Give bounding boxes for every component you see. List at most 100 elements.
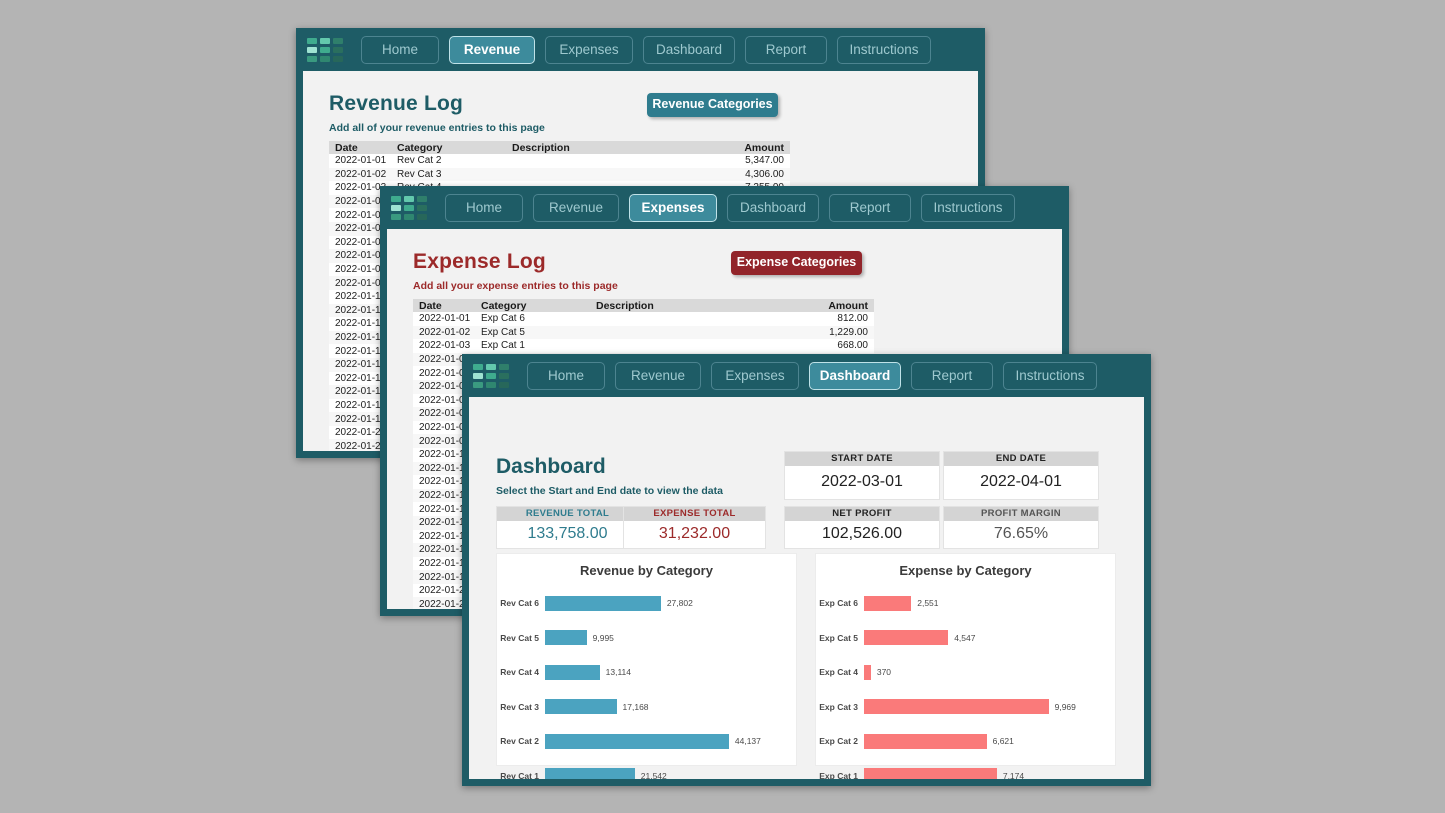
kpi-label: EXPENSE TOTAL bbox=[624, 507, 765, 521]
expense-page-subtitle: Add all your expense entries to this pag… bbox=[413, 280, 618, 292]
table-row[interactable]: 2022-01-01Rev Cat 2 5,347.00 bbox=[329, 154, 790, 168]
date-filter-start[interactable]: START DATE2022-03-01 bbox=[785, 452, 939, 499]
expense-categories-button[interactable]: Expense Categories bbox=[731, 251, 862, 275]
date-filter-value[interactable]: 2022-04-01 bbox=[944, 466, 1098, 498]
revenue-page-subtitle: Add all of your revenue entries to this … bbox=[329, 122, 545, 134]
bar-value-label: 9,995 bbox=[593, 633, 614, 643]
bar-value-label: 370 bbox=[877, 667, 891, 677]
bar-row: Exp Cat 26,621 bbox=[816, 733, 1115, 749]
app-logo-grid-icon bbox=[473, 364, 509, 388]
bar-category-label: Exp Cat 4 bbox=[816, 667, 864, 677]
bar-row: Rev Cat 413,114 bbox=[497, 664, 796, 680]
revenue-nav-tabs[interactable]: Home Revenue Expenses Dashboard Report Instru… bbox=[361, 36, 931, 64]
cell-date[interactable]: 2022-01-01 bbox=[413, 313, 481, 324]
tab-home[interactable]: Home bbox=[445, 194, 523, 222]
tab-expenses[interactable]: Expenses bbox=[629, 194, 717, 222]
bar-value-label: 21,542 bbox=[641, 771, 667, 780]
tab-expenses[interactable]: Expenses bbox=[711, 362, 799, 390]
bar bbox=[864, 665, 871, 680]
bar bbox=[864, 699, 1049, 714]
tab-revenue[interactable]: Revenue bbox=[449, 36, 535, 64]
column-header-amount: Amount bbox=[778, 300, 874, 312]
expense-page-title: Expense Log bbox=[413, 250, 618, 274]
tab-dashboard[interactable]: Dashboard bbox=[643, 36, 735, 64]
bar-value-label: 7,174 bbox=[1003, 771, 1024, 780]
bar-row: Exp Cat 1 7,174 bbox=[816, 768, 1115, 780]
date-filter-end[interactable]: END DATE2022-04-01 bbox=[944, 452, 1098, 499]
expense-bar-chart: Exp Cat 62,551Exp Cat 54,547Exp Cat 4370… bbox=[816, 587, 1115, 759]
bar-row: Exp Cat 4 370 bbox=[816, 664, 1115, 680]
bar-value-label: 6,621 bbox=[993, 736, 1014, 746]
bar-value-label: 27,802 bbox=[667, 598, 693, 608]
tab-home[interactable]: Home bbox=[527, 362, 605, 390]
revenue-chart-title: Revenue by Category bbox=[497, 554, 796, 578]
cell-amount[interactable]: 1,229.00 bbox=[778, 327, 874, 338]
table-row[interactable]: 2022-01-03Exp Cat 1 668.00 bbox=[413, 339, 874, 353]
cell-date[interactable]: 2022-01-02 bbox=[413, 327, 481, 338]
dashboard-window-body: Dashboard Select the Start and End date … bbox=[469, 397, 1144, 779]
table-row[interactable]: 2022-01-02Exp Cat 5 1,229.00 bbox=[413, 326, 874, 340]
bar-category-label: Rev Cat 3 bbox=[497, 702, 545, 712]
bar-category-label: Exp Cat 5 bbox=[816, 633, 864, 643]
tab-revenue[interactable]: Revenue bbox=[615, 362, 701, 390]
bar-category-label: Rev Cat 4 bbox=[497, 667, 545, 677]
tab-instructions[interactable]: Instructions bbox=[1003, 362, 1097, 390]
tab-expenses[interactable]: Expenses bbox=[545, 36, 633, 64]
tab-instructions[interactable]: Instructions bbox=[921, 194, 1015, 222]
cell-category[interactable]: Exp Cat 5 bbox=[481, 327, 596, 338]
bar-category-label: Rev Cat 2 bbox=[497, 736, 545, 746]
cell-amount[interactable]: 4,306.00 bbox=[694, 169, 790, 180]
expense-by-category-card: Expense by Category Exp Cat 62,551 Exp Ca… bbox=[816, 554, 1115, 765]
tab-dashboard[interactable]: Dashboard bbox=[809, 362, 901, 390]
cell-amount[interactable]: 5,347.00 bbox=[694, 155, 790, 166]
dashboard-window[interactable]: Home Revenue Expenses Dashboard Report Instru… bbox=[462, 354, 1151, 786]
bar-value-label: 17,168 bbox=[623, 702, 649, 712]
kpi-card-revenue-total: REVENUE TOTAL133,758.00 bbox=[497, 507, 638, 548]
bar-category-label: Rev Cat 5 bbox=[497, 633, 545, 643]
bar-category-label: Rev Cat 1 bbox=[497, 771, 545, 780]
bar bbox=[545, 734, 729, 749]
cell-category[interactable]: Exp Cat 6 bbox=[481, 313, 596, 324]
tab-home[interactable]: Home bbox=[361, 36, 439, 64]
date-filter-label: END DATE bbox=[944, 452, 1098, 466]
tab-revenue[interactable]: Revenue bbox=[533, 194, 619, 222]
bar bbox=[864, 630, 948, 645]
cell-date[interactable]: 2022-01-02 bbox=[329, 169, 397, 180]
kpi-card-net-profit: NET PROFIT102,526.00 bbox=[785, 507, 939, 548]
column-header-category: Category bbox=[397, 142, 512, 154]
cell-category[interactable]: Exp Cat 1 bbox=[481, 340, 596, 351]
dashboard-page-subtitle: Select the Start and End date to view th… bbox=[496, 485, 723, 497]
table-row[interactable]: 2022-01-01Exp Cat 6 812.00 bbox=[413, 312, 874, 326]
bar-row: Rev Cat 244,137 bbox=[497, 733, 796, 749]
column-header-description: Description bbox=[512, 142, 694, 154]
bar-category-label: Exp Cat 1 bbox=[816, 771, 864, 780]
revenue-categories-button[interactable]: Revenue Categories bbox=[647, 93, 778, 117]
kpi-value: 76.65% bbox=[944, 521, 1098, 547]
cell-category[interactable]: Rev Cat 2 bbox=[397, 155, 512, 166]
expense-nav-tabs[interactable]: Home Revenue Expenses Dashboard Report Instru… bbox=[445, 194, 1015, 222]
kpi-label: NET PROFIT bbox=[785, 507, 939, 521]
cell-amount[interactable]: 668.00 bbox=[778, 340, 874, 351]
tab-report[interactable]: Report bbox=[911, 362, 993, 390]
dashboard-nav-tabs[interactable]: Home Revenue Expenses Dashboard Report Instru… bbox=[527, 362, 1097, 390]
bar-row: Rev Cat 1 21,542 bbox=[497, 768, 796, 780]
cell-date[interactable]: 2022-01-03 bbox=[413, 340, 481, 351]
expense-chart-title: Expense by Category bbox=[816, 554, 1115, 578]
date-filter-value[interactable]: 2022-03-01 bbox=[785, 466, 939, 498]
kpi-value: 133,758.00 bbox=[497, 521, 638, 547]
column-header-category: Category bbox=[481, 300, 596, 312]
bar bbox=[545, 699, 617, 714]
cell-category[interactable]: Rev Cat 3 bbox=[397, 169, 512, 180]
table-row[interactable]: 2022-01-02Rev Cat 3 4,306.00 bbox=[329, 168, 790, 182]
bar-row: Exp Cat 62,551 bbox=[816, 595, 1115, 611]
tab-report[interactable]: Report bbox=[745, 36, 827, 64]
bar-category-label: Exp Cat 3 bbox=[816, 702, 864, 712]
tab-report[interactable]: Report bbox=[829, 194, 911, 222]
tab-dashboard[interactable]: Dashboard bbox=[727, 194, 819, 222]
cell-date[interactable]: 2022-01-01 bbox=[329, 155, 397, 166]
revenue-bar-chart: Rev Cat 627,802Rev Cat 59,995Rev Cat 413… bbox=[497, 587, 796, 759]
kpi-value: 31,232.00 bbox=[624, 521, 765, 547]
cell-amount[interactable]: 812.00 bbox=[778, 313, 874, 324]
tab-instructions[interactable]: Instructions bbox=[837, 36, 931, 64]
table-header-row: DateCategoryDescriptionAmount bbox=[413, 299, 874, 312]
